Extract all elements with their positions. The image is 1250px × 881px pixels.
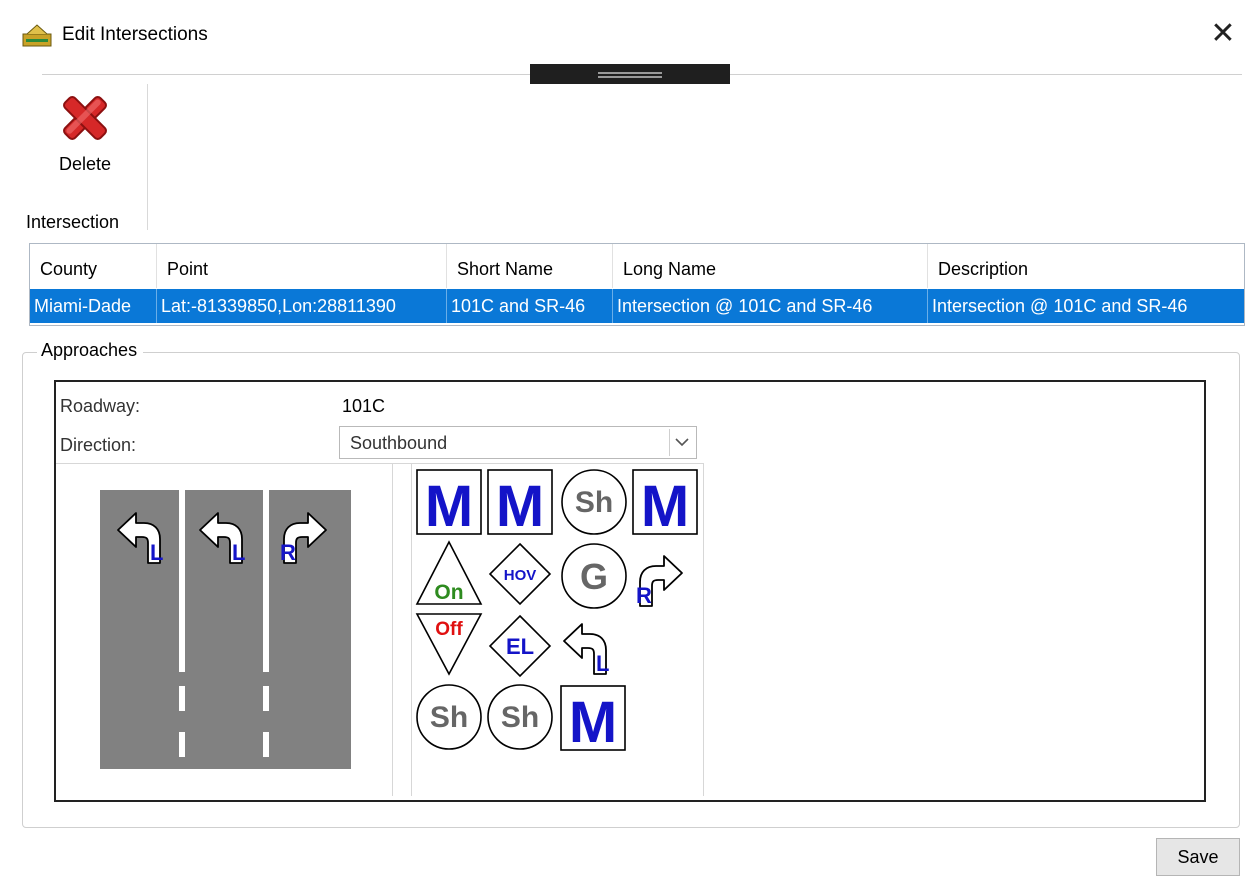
- sign-palette[interactable]: M M Sh M On HOV G R Off EL L Sh Sh M: [412, 464, 702, 754]
- svg-text:L: L: [150, 540, 163, 565]
- approaches-legend: Approaches: [37, 340, 144, 361]
- svg-text:M: M: [569, 690, 617, 754]
- svg-text:Sh: Sh: [430, 701, 468, 734]
- ribbon-separator: [147, 84, 148, 230]
- svg-text:M: M: [641, 474, 689, 539]
- svg-text:Off: Off: [435, 619, 463, 640]
- hov-lane-sign-icon[interactable]: HOV: [488, 542, 552, 606]
- ribbon-group-label: Intersection: [26, 212, 120, 232]
- svg-text:L: L: [596, 651, 609, 676]
- close-icon[interactable]: ✕: [1205, 14, 1241, 54]
- drag-handle[interactable]: [530, 64, 730, 84]
- left-turn-arrow-icon[interactable]: L: [117, 512, 163, 565]
- off-ramp-sign-icon[interactable]: Off: [415, 613, 483, 676]
- managed-lane-sign-icon[interactable]: M: [632, 469, 698, 539]
- left-turn-arrow-icon[interactable]: L: [199, 512, 245, 565]
- chevron-down-icon[interactable]: [669, 429, 694, 456]
- cell-short-name: 101C and SR-46: [447, 289, 613, 323]
- svg-text:R: R: [636, 583, 652, 608]
- managed-lane-sign-icon[interactable]: M: [487, 469, 553, 539]
- svg-text:On: On: [434, 581, 463, 604]
- column-header-county[interactable]: County: [30, 244, 157, 288]
- direction-select[interactable]: Southbound: [339, 426, 697, 459]
- svg-text:Sh: Sh: [575, 486, 613, 519]
- app-icon: [22, 24, 52, 47]
- cell-point: Lat:-81339850,Lon:28811390: [157, 289, 447, 323]
- managed-lane-sign-icon[interactable]: M: [560, 685, 626, 754]
- delete-label: Delete: [58, 154, 112, 174]
- svg-text:HOV: HOV: [504, 567, 537, 584]
- shoulder-lane-sign-icon[interactable]: Sh: [416, 684, 482, 750]
- svg-text:Sh: Sh: [501, 701, 539, 734]
- column-header-short-name[interactable]: Short Name: [447, 244, 613, 288]
- lane-diagram[interactable]: L L R: [100, 490, 351, 769]
- shoulder-lane-sign-icon[interactable]: Sh: [561, 469, 627, 535]
- cell-long-name: Intersection @ 101C and SR-46: [613, 289, 928, 323]
- direction-value: Southbound: [350, 433, 448, 453]
- general-lane-sign-icon[interactable]: G: [561, 543, 627, 609]
- roadway-value: 101C: [342, 396, 386, 416]
- direction-label: Direction:: [60, 435, 137, 455]
- svg-text:M: M: [496, 474, 544, 539]
- intersections-grid[interactable]: County Point Short Name Long Name Descri…: [29, 243, 1245, 326]
- cell-county: Miami-Dade: [30, 289, 157, 323]
- column-header-long-name[interactable]: Long Name: [613, 244, 928, 288]
- delete-x-icon: [63, 96, 107, 140]
- svg-text:L: L: [232, 540, 245, 565]
- title-bar: Edit Intersections ✕: [0, 0, 1250, 72]
- cell-description: Intersection @ 101C and SR-46: [932, 296, 1188, 316]
- window-title: Edit Intersections: [62, 24, 208, 45]
- lane-divider-left: [392, 463, 393, 796]
- svg-text:M: M: [425, 474, 473, 539]
- delete-button[interactable]: Delete: [42, 88, 132, 188]
- shoulder-lane-sign-icon[interactable]: Sh: [487, 684, 553, 750]
- column-header-point[interactable]: Point: [157, 244, 447, 288]
- roadway-label: Roadway:: [60, 396, 141, 416]
- right-turn-arrow-icon[interactable]: R: [636, 555, 683, 608]
- left-turn-arrow-icon[interactable]: L: [563, 623, 609, 676]
- palette-divider: [703, 463, 704, 796]
- save-button[interactable]: Save: [1156, 838, 1240, 876]
- right-turn-arrow-icon[interactable]: R: [280, 512, 327, 565]
- svg-text:EL: EL: [506, 634, 534, 659]
- express-lane-sign-icon[interactable]: EL: [488, 614, 552, 678]
- column-header-description[interactable]: Description: [928, 244, 1244, 288]
- on-ramp-sign-icon[interactable]: On: [415, 540, 483, 605]
- table-row[interactable]: Miami-Dade Lat:-81339850,Lon:28811390 10…: [30, 289, 1244, 323]
- managed-lane-sign-icon[interactable]: M: [416, 469, 482, 539]
- grid-header: County Point Short Name Long Name Descri…: [30, 244, 1244, 288]
- svg-text:R: R: [280, 540, 296, 565]
- svg-text:G: G: [580, 556, 608, 597]
